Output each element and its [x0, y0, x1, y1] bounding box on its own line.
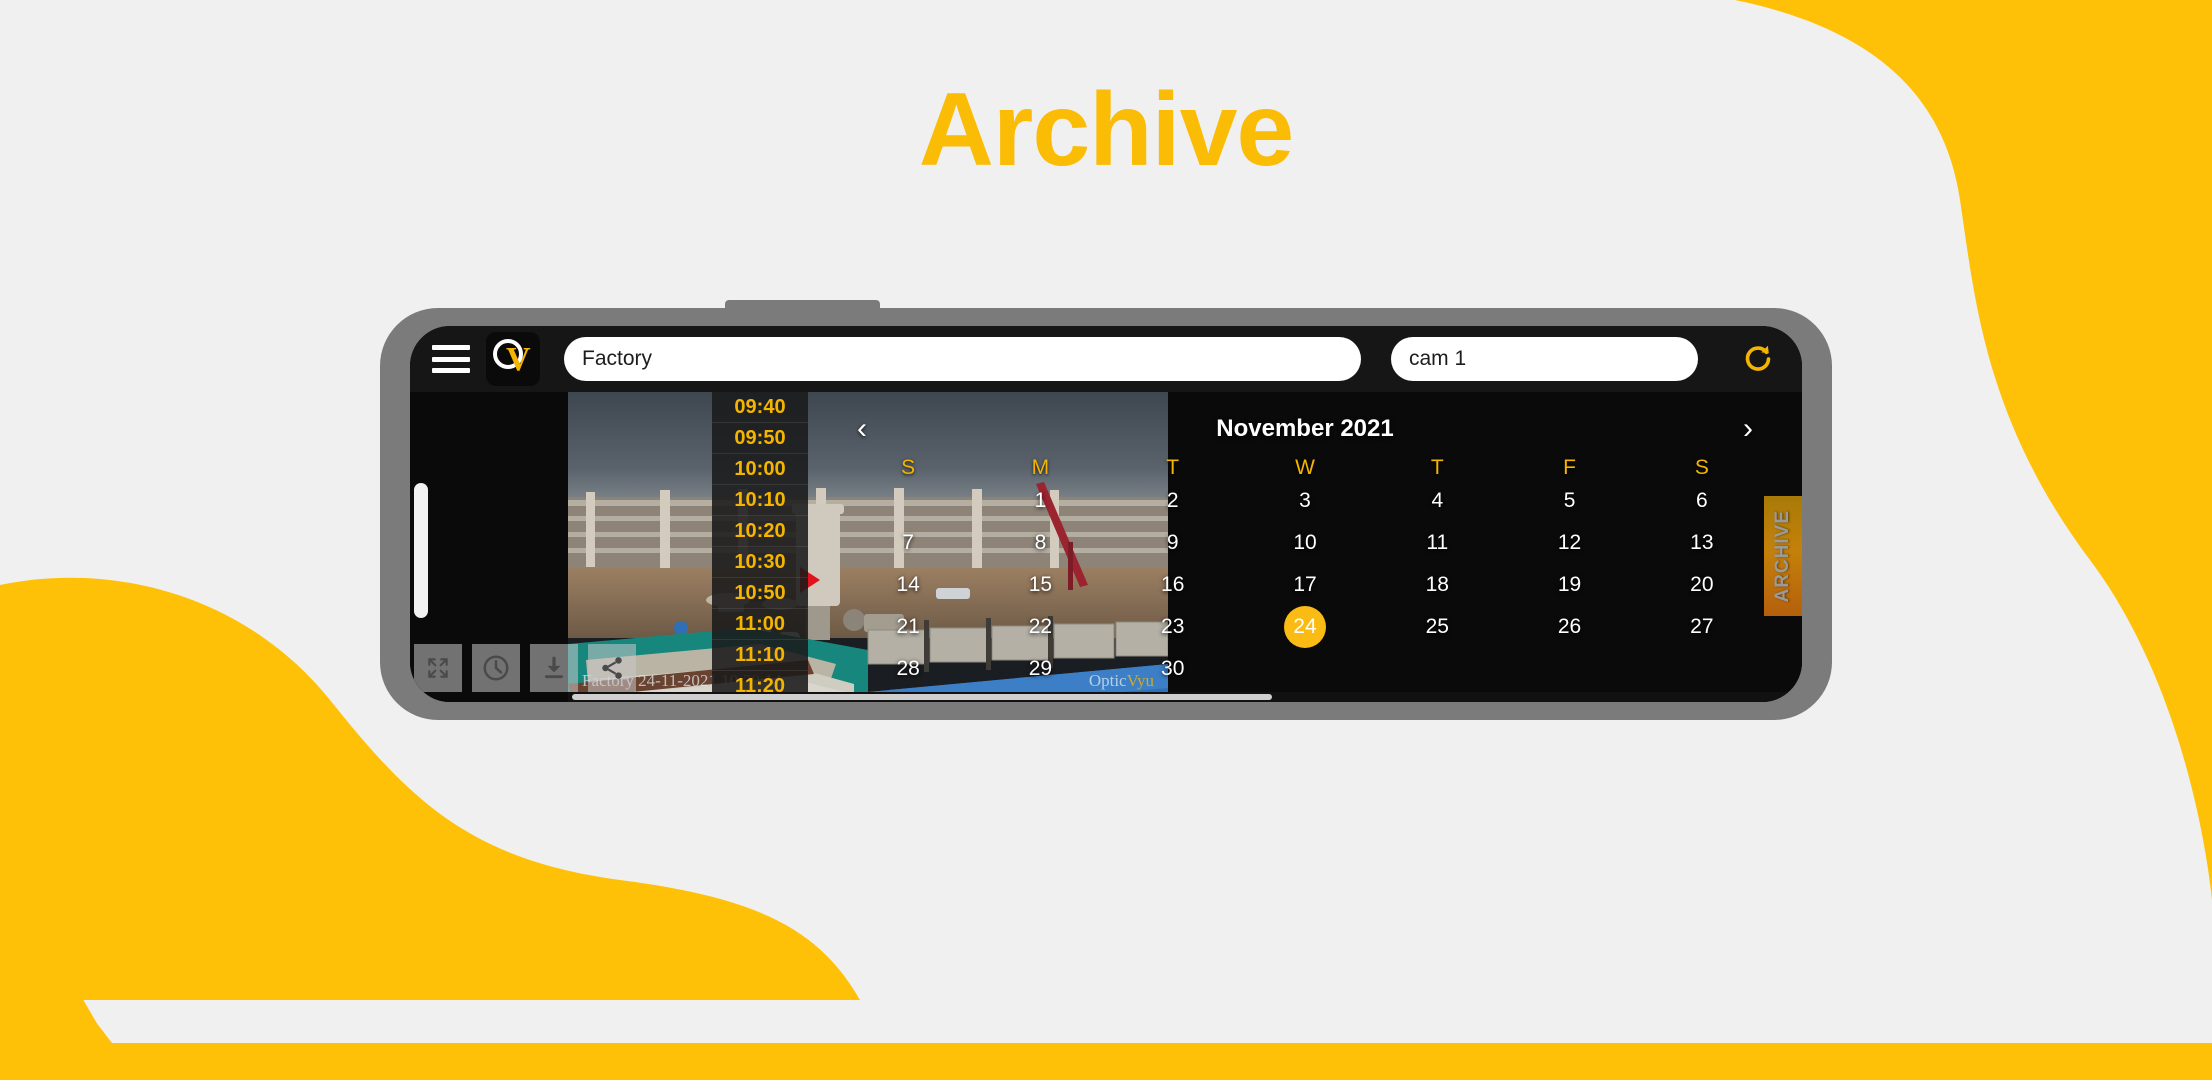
calendar-day[interactable]: 27 — [1636, 606, 1768, 648]
calendar-day[interactable]: 10 — [1239, 522, 1371, 564]
scrollbar-thumb[interactable] — [572, 694, 1272, 700]
calendar-day[interactable]: 2 — [1107, 480, 1239, 522]
date-picker-calendar: ‹ November 2021 › SMTWTFS 1 2 3 4 5 6 7 8 9 10 11 1… — [808, 392, 1802, 702]
download-icon — [545, 656, 563, 679]
next-month-button[interactable]: › — [1728, 414, 1768, 444]
download-button[interactable] — [530, 644, 578, 692]
calendar-day[interactable]: 30 — [1107, 648, 1239, 690]
time-slot-item[interactable]: 10:10 — [712, 485, 808, 516]
prev-month-button[interactable]: ‹ — [842, 414, 882, 444]
share-button[interactable] — [588, 644, 636, 692]
calendar-day[interactable]: 12 — [1503, 522, 1635, 564]
calendar-day[interactable]: 14 — [842, 564, 974, 606]
fullscreen-button[interactable] — [414, 644, 462, 692]
time-slot-item[interactable]: 11:10 — [712, 640, 808, 671]
time-slot-item[interactable]: 10:20 — [712, 516, 808, 547]
timelapse-button[interactable] — [472, 644, 520, 692]
calendar-weekday: S — [1694, 456, 1709, 479]
archive-tab-label: ARCHIVE — [1772, 509, 1793, 603]
calendar-day[interactable]: 11 — [1371, 522, 1503, 564]
calendar-day[interactable]: 3 — [1239, 480, 1371, 522]
calendar-month-label: November 2021 — [1216, 415, 1394, 442]
app-topbar: V — [410, 326, 1802, 392]
calendar-day[interactable]: 6 — [1636, 480, 1768, 522]
calendar-day[interactable]: 16 — [1107, 564, 1239, 606]
calendar-weekday: T — [1166, 456, 1180, 479]
video-controls — [414, 644, 636, 692]
calendar-weekday: M — [1031, 456, 1050, 479]
calendar-day[interactable]: 1 — [974, 480, 1106, 522]
calendar-day-empty — [842, 480, 974, 522]
time-slot-item[interactable]: 11:00 — [712, 609, 808, 640]
calendar-day[interactable]: 21 — [842, 606, 974, 648]
time-slot-item[interactable]: 09:40 — [712, 392, 808, 423]
site-input[interactable] — [564, 337, 1361, 381]
phone-side-button[interactable] — [414, 483, 428, 618]
clock-icon — [483, 655, 509, 681]
calendar-day-selected[interactable]: 24 — [1239, 606, 1371, 648]
calendar-day[interactable]: 29 — [974, 648, 1106, 690]
time-slot-item[interactable]: 09:50 — [712, 423, 808, 454]
time-slot-item[interactable]: 10:50 — [712, 578, 808, 609]
calendar-day[interactable]: 4 — [1371, 480, 1503, 522]
camera-input[interactable] — [1391, 337, 1698, 381]
calendar-day[interactable]: 18 — [1371, 564, 1503, 606]
calendar-header: ‹ November 2021 › — [842, 408, 1768, 450]
calendar-day[interactable]: 22 — [974, 606, 1106, 648]
phone-frame: V Factory cam 1 Factory 24-11-2021 10:20… — [380, 308, 1832, 720]
calendar-weekday: F — [1563, 456, 1576, 479]
time-slot-item[interactable]: 10:30 — [712, 547, 808, 578]
phone-screen: V Factory cam 1 Factory 24-11-2021 10:20… — [410, 326, 1802, 702]
calendar-weekday: S — [901, 456, 916, 479]
bottom-band-fill — [90, 1043, 2212, 1080]
share-icon — [602, 657, 622, 679]
calendar-day[interactable]: 8 — [974, 522, 1106, 564]
calendar-day[interactable]: 15 — [974, 564, 1106, 606]
calendar-day[interactable]: 19 — [1503, 564, 1635, 606]
calendar-weekday: W — [1295, 456, 1315, 479]
time-slot-item[interactable]: 10:00 — [712, 454, 808, 485]
archive-side-tab[interactable]: ARCHIVE — [1764, 496, 1802, 616]
calendar-day[interactable]: 5 — [1503, 480, 1635, 522]
time-slot-list[interactable]: 09:40 09:50 10:00 10:10 10:20 10:30 10:50 11:00… — [712, 392, 808, 702]
calendar-day[interactable]: 7 — [842, 522, 974, 564]
logo-v-icon: V — [506, 341, 531, 378]
calendar-day-grid[interactable]: 1 2 3 4 5 6 7 8 9 10 11 12 13 14 15 16 17 18 19 20 21 22 23 24 2… — [842, 480, 1768, 702]
calendar-day[interactable]: 20 — [1636, 564, 1768, 606]
hamburger-menu-icon[interactable] — [432, 345, 470, 373]
refresh-button[interactable] — [1714, 341, 1776, 377]
calendar-day[interactable]: 9 — [1107, 522, 1239, 564]
page-root: Archive V Factory cam 1 Factory 24-11-20… — [0, 0, 2212, 1080]
calendar-day[interactable]: 17 — [1239, 564, 1371, 606]
fullscreen-icon — [428, 658, 448, 678]
horizontal-scrollbar[interactable] — [568, 692, 1802, 702]
refresh-icon — [1745, 345, 1771, 371]
calendar-day[interactable]: 23 — [1107, 606, 1239, 648]
calendar-weekday: T — [1430, 456, 1444, 479]
calendar-weekday-row: SMTWTFS — [842, 450, 1768, 480]
calendar-day[interactable]: 26 — [1503, 606, 1635, 648]
app-content: Factory 24-11-2021 10:20:14 OpticVyu 09:… — [410, 392, 1802, 702]
opticvyu-logo[interactable]: V — [486, 332, 540, 386]
calendar-day[interactable]: 28 — [842, 648, 974, 690]
page-title: Archive — [918, 72, 1295, 188]
calendar-day[interactable]: 25 — [1371, 606, 1503, 648]
calendar-day[interactable]: 13 — [1636, 522, 1768, 564]
